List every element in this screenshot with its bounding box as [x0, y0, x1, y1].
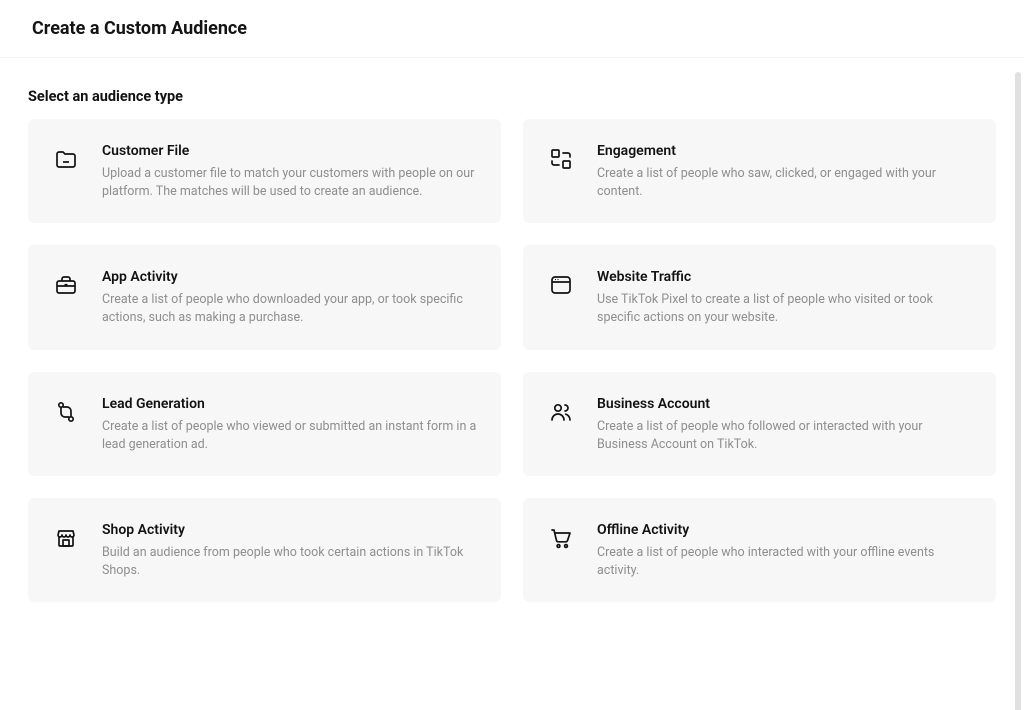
option-title: App Activity — [102, 269, 477, 285]
option-desc: Create a list of people who followed or … — [597, 418, 972, 454]
option-business-account[interactable]: Business Account Create a list of people… — [523, 372, 996, 476]
option-title: Offline Activity — [597, 522, 972, 538]
option-app-activity[interactable]: App Activity Create a list of people who… — [28, 245, 501, 349]
option-title: Shop Activity — [102, 522, 477, 538]
option-desc: Create a list of people who viewed or su… — [102, 418, 477, 454]
folder-icon — [52, 145, 80, 173]
option-desc: Create a list of people who saw, clicked… — [597, 165, 972, 201]
section-title: Select an audience type — [28, 88, 996, 105]
option-shop-activity[interactable]: Shop Activity Build an audience from peo… — [28, 498, 501, 602]
option-title: Website Traffic — [597, 269, 972, 285]
audience-type-grid: Customer File Upload a customer file to … — [28, 119, 996, 602]
briefcase-icon — [52, 271, 80, 299]
option-title: Engagement — [597, 143, 972, 159]
option-customer-file[interactable]: Customer File Upload a customer file to … — [28, 119, 501, 223]
browser-icon — [547, 271, 575, 299]
people-icon — [547, 398, 575, 426]
engagement-icon — [547, 145, 575, 173]
option-desc: Upload a customer file to match your cus… — [102, 165, 477, 201]
option-lead-generation[interactable]: Lead Generation Create a list of people … — [28, 372, 501, 476]
option-engagement[interactable]: Engagement Create a list of people who s… — [523, 119, 996, 223]
option-title: Lead Generation — [102, 396, 477, 412]
option-title: Customer File — [102, 143, 477, 159]
cart-icon — [547, 524, 575, 552]
page-title: Create a Custom Audience — [0, 18, 1024, 57]
option-desc: Use TikTok Pixel to create a list of peo… — [597, 291, 972, 327]
scrollbar[interactable] — [1015, 72, 1021, 710]
option-desc: Create a list of people who interacted w… — [597, 544, 972, 580]
option-title: Business Account — [597, 396, 972, 412]
funnel-icon — [52, 398, 80, 426]
option-desc: Create a list of people who downloaded y… — [102, 291, 477, 327]
option-desc: Build an audience from people who took c… — [102, 544, 477, 580]
shop-icon — [52, 524, 80, 552]
option-website-traffic[interactable]: Website Traffic Use TikTok Pixel to crea… — [523, 245, 996, 349]
content-area: Select an audience type Customer File Up… — [0, 57, 1024, 710]
option-offline-activity[interactable]: Offline Activity Create a list of people… — [523, 498, 996, 602]
